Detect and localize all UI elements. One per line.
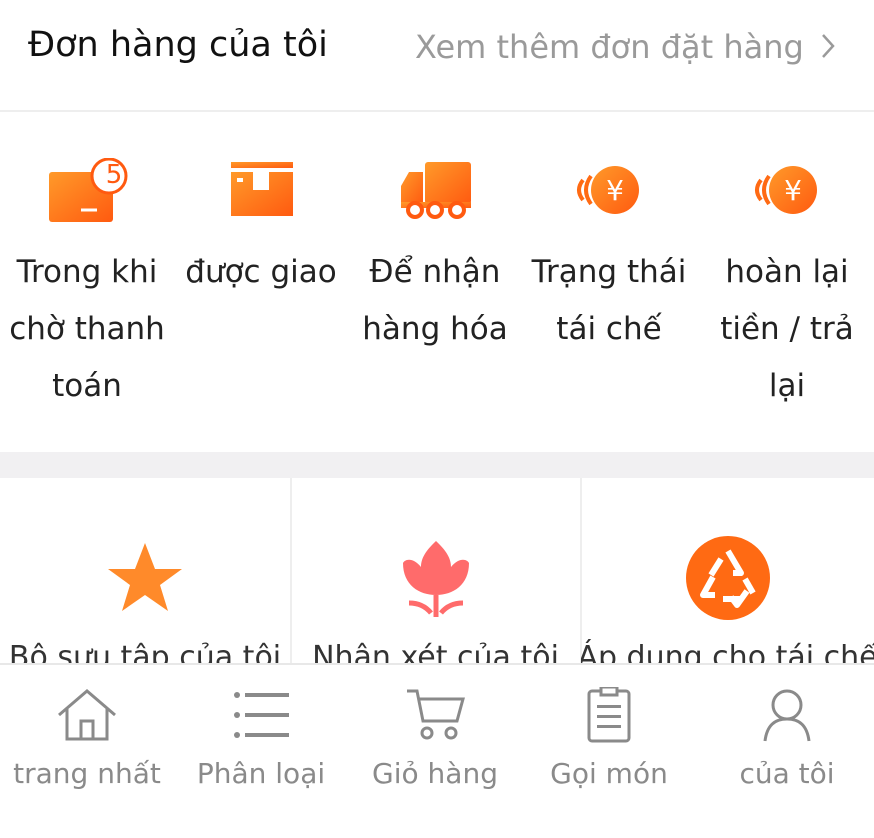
wallet-icon: 5 [47,158,128,222]
tab-label: Giỏ hàng [372,757,498,790]
tab-home[interactable]: trang nhất [0,665,174,838]
tool-label: Bộ sưu tập của tôi [8,640,282,663]
tab-cart[interactable]: Giỏ hàng [348,665,522,838]
tab-my-account[interactable]: của tôi [700,665,874,838]
section-divider [0,452,874,478]
list-icon [229,687,293,743]
tool-apply-recycle[interactable]: Áp dụng cho tái chế [581,478,874,663]
refund-yen-icon: ¥ [569,158,649,222]
tab-label: Phân loại [196,757,326,790]
order-label: hoàn lại tiền / trả lại [720,254,854,404]
home-icon [55,687,119,743]
tool-my-reviews[interactable]: Nhận xét của tôi [291,478,582,663]
tools-grid: Bộ sưu tập của tôi Nhận xét của tôi Áp d… [0,478,874,663]
order-item-to-receive[interactable]: Để nhận hàng hóa [348,112,522,452]
cart-icon [403,687,467,743]
svg-text:¥: ¥ [784,174,802,207]
recycle-icon [683,533,773,623]
orders-header: Đơn hàng của tôi Xem thêm đơn đặt hàng [0,0,874,112]
truck-icon [395,158,475,222]
order-label: Để nhận hàng hóa [362,254,508,347]
order-label: được giao [185,254,337,290]
order-label: Trong khi chờ thanh toán [9,254,165,404]
chevron-right-icon [820,30,836,68]
user-icon [755,687,819,743]
refund-yen-icon: ¥ [747,158,827,222]
tab-label: trang nhất [13,757,161,790]
tab-label: của tôi [739,757,835,790]
view-more-label: Xem thêm đơn đặt hàng [414,28,804,66]
tool-label: Áp dụng cho tái chế [581,640,874,663]
tab-categories[interactable]: Phân loại [174,665,348,838]
svg-text:¥: ¥ [606,174,624,207]
star-icon [100,533,190,623]
tab-orders[interactable]: Gọi món [522,665,696,838]
package-icon [221,158,301,222]
order-item-delivered[interactable]: được giao [174,112,348,452]
tool-my-collection[interactable]: Bộ sưu tập của tôi [0,478,292,663]
clipboard-icon [577,685,641,743]
bottom-tab-bar: trang nhất Phân loại Giỏ hàng Gọi món củ… [0,663,874,838]
order-item-refund-return[interactable]: ¥ hoàn lại tiền / trả lại [700,112,874,452]
order-badge: 5 [105,160,123,190]
order-label: Trạng thái tái chế [531,254,687,347]
order-item-pending-payment[interactable]: 5 Trong khi chờ thanh toán [0,112,174,452]
order-status-row: 5 Trong khi chờ thanh toán được giao Để … [0,112,874,452]
order-item-recycle-status[interactable]: ¥ Trạng thái tái chế [522,112,696,452]
tab-label: Gọi món [550,757,668,790]
page-title: Đơn hàng của tôi [28,25,328,65]
view-more-orders-link[interactable]: Xem thêm đơn đặt hàng [415,28,836,68]
flower-icon [391,533,481,623]
tool-label: Nhận xét của tôi [312,640,559,663]
